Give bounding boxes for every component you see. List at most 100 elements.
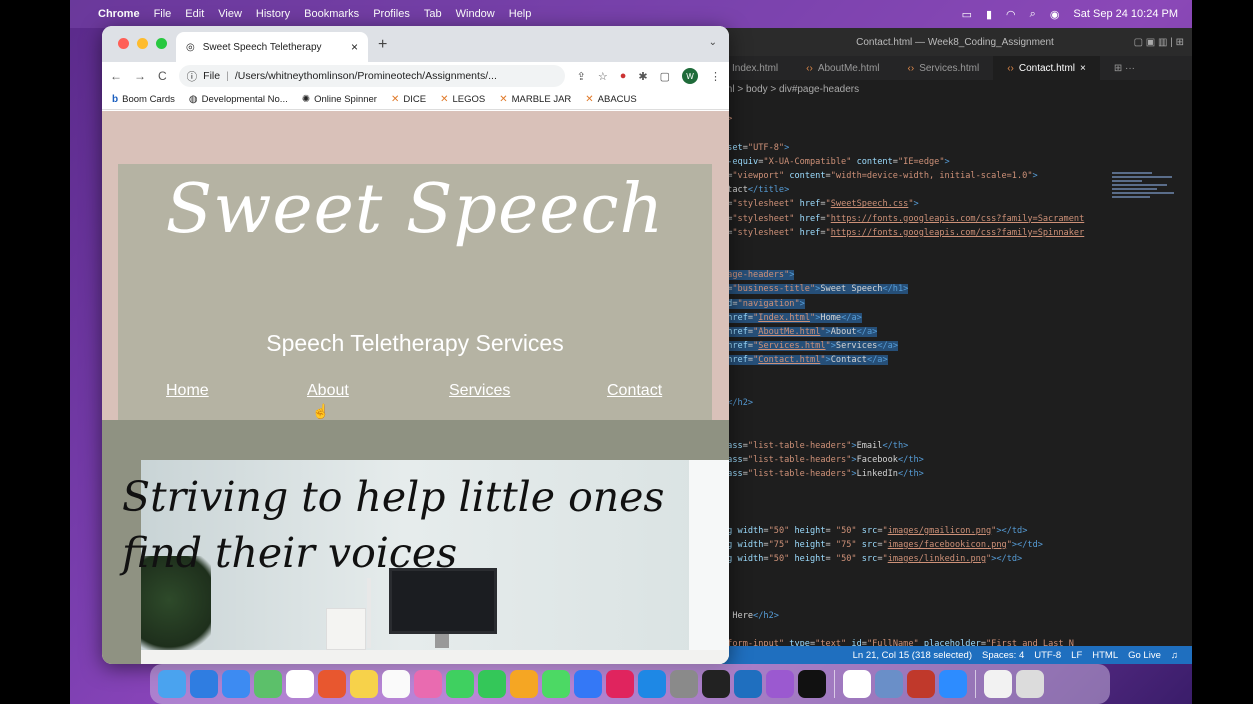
breadcrumb[interactable]: ml > body > div#page-headers	[718, 80, 1192, 98]
close-icon[interactable]: ×	[1080, 63, 1086, 74]
browser-tab[interactable]: ◎ Sweet Speech Teletherapy ×	[176, 32, 368, 62]
share-icon[interactable]: ⇪	[577, 70, 586, 83]
bookmark-marble-jar[interactable]: ✕ MARBLE JAR	[499, 94, 571, 105]
tab-search-icon[interactable]: ⌄	[709, 37, 717, 48]
slack-icon[interactable]	[843, 670, 871, 698]
menu-app-name[interactable]: Chrome	[98, 8, 140, 20]
language-mode[interactable]: HTML	[1092, 650, 1118, 661]
menu-tab[interactable]: Tab	[424, 8, 442, 20]
document-icon[interactable]	[984, 670, 1012, 698]
system-settings-icon[interactable]	[670, 670, 698, 698]
dock-separator	[834, 670, 835, 698]
encoding[interactable]: UTF-8	[1034, 650, 1061, 661]
zoom-icon[interactable]	[939, 670, 967, 698]
photos-icon[interactable]	[414, 670, 442, 698]
finder-icon[interactable]	[158, 670, 186, 698]
nav-services-link[interactable]: Services	[449, 382, 510, 400]
bookmark-star-icon[interactable]: ☆	[598, 70, 608, 83]
battery-icon[interactable]: ▮	[986, 8, 992, 21]
tab-aboutme[interactable]: ‹› AboutMe.html	[792, 56, 893, 80]
bookmark-developmental[interactable]: ◍ Developmental No...	[189, 94, 288, 105]
menu-history[interactable]: History	[256, 8, 290, 20]
bookmark-dice[interactable]: ✕ DICE	[391, 94, 426, 105]
calendar-icon[interactable]	[286, 670, 314, 698]
safari-icon[interactable]	[190, 670, 218, 698]
split-editor-icon[interactable]: ⊞ ···	[1100, 56, 1149, 80]
apple-tv-icon[interactable]	[798, 670, 826, 698]
bookmark-label: Online Spinner	[314, 94, 377, 105]
bookmark-abacus[interactable]: ✕ ABACUS	[585, 94, 636, 105]
minimize-window-button[interactable]	[137, 38, 148, 49]
podcasts-icon[interactable]	[766, 670, 794, 698]
search-icon[interactable]: ⌕	[1030, 8, 1036, 21]
tab-index[interactable]: Index.html	[718, 56, 792, 80]
numbers-icon[interactable]	[542, 670, 570, 698]
reminders-icon[interactable]	[382, 670, 410, 698]
pages-icon[interactable]	[510, 670, 538, 698]
app-store-icon[interactable]	[638, 670, 666, 698]
indentation[interactable]: Spaces: 4	[982, 650, 1024, 661]
more-menu-icon[interactable]: ⋮	[710, 70, 721, 83]
reload-icon[interactable]: C	[158, 69, 167, 83]
control-center-icon[interactable]: ◉	[1050, 8, 1060, 21]
keynote-icon[interactable]	[574, 670, 602, 698]
menu-profiles[interactable]: Profiles	[373, 8, 410, 20]
nav-about-link[interactable]: About	[307, 382, 349, 400]
menu-view[interactable]: View	[218, 8, 242, 20]
mail-icon[interactable]	[222, 670, 250, 698]
hand-cursor-icon: ☝	[312, 403, 330, 419]
trash-icon[interactable]	[1016, 670, 1044, 698]
close-window-button[interactable]	[118, 38, 129, 49]
address-bar[interactable]: ⓘ File | /Users/whitneythomlinson/Promin…	[178, 65, 565, 87]
lamp-graphic	[367, 578, 371, 648]
menu-bookmarks[interactable]: Bookmarks	[304, 8, 359, 20]
monitor-stand-graphic	[435, 634, 449, 648]
new-tab-button[interactable]: +	[378, 36, 387, 54]
minimap[interactable]	[1112, 170, 1180, 240]
line-ending[interactable]: LF	[1071, 650, 1082, 661]
terminal-icon[interactable]	[702, 670, 730, 698]
menu-edit[interactable]: Edit	[185, 8, 204, 20]
menu-help[interactable]: Help	[509, 8, 532, 20]
close-tab-icon[interactable]: ×	[351, 40, 358, 54]
nav-home-link[interactable]: Home	[166, 382, 209, 400]
menu-window[interactable]: Window	[456, 8, 495, 20]
bell-icon[interactable]: ♫	[1171, 650, 1178, 661]
back-icon[interactable]: ←	[110, 69, 122, 83]
bookmark-legos[interactable]: ✕ LEGOS	[440, 94, 485, 105]
bookmark-site-icon: ✕	[390, 94, 400, 105]
info-icon[interactable]: ⓘ	[187, 69, 198, 84]
preview-icon[interactable]	[875, 670, 903, 698]
spinner-icon: ✺	[301, 94, 311, 105]
avatar[interactable]: W	[682, 68, 698, 84]
chrome-icon[interactable]	[318, 670, 346, 698]
wifi-icon[interactable]: ◠	[1006, 8, 1016, 21]
puzzle-icon[interactable]: ✱	[638, 70, 647, 83]
bookmark-boom-cards[interactable]: b Boom Cards	[112, 94, 175, 105]
nav-contact-link[interactable]: Contact	[607, 382, 662, 400]
go-live-button[interactable]: Go Live	[1128, 650, 1161, 661]
html-icon: ‹›	[1007, 62, 1014, 74]
menu-datetime[interactable]: Sat Sep 24 10:24 PM	[1073, 8, 1178, 20]
books-icon[interactable]	[907, 670, 935, 698]
zoom-window-button[interactable]	[156, 38, 167, 49]
messages-icon[interactable]	[446, 670, 474, 698]
vscode-icon[interactable]	[734, 670, 762, 698]
news-icon[interactable]	[606, 670, 634, 698]
facetime-icon[interactable]	[478, 670, 506, 698]
layout-icons[interactable]: ▢ ▣ ▥ | ⊞	[1134, 37, 1184, 48]
maps-icon[interactable]	[254, 670, 282, 698]
extension-icon[interactable]: ●	[620, 70, 627, 82]
cursor-position[interactable]: Ln 21, Col 15 (318 selected)	[853, 650, 972, 661]
tab-contact[interactable]: ‹› Contact.html ×	[993, 56, 1100, 80]
dock-separator	[975, 670, 976, 698]
bookmark-online-spinner[interactable]: ✺ Online Spinner	[302, 94, 377, 105]
screen-mirror-icon[interactable]: ▭	[962, 8, 972, 21]
menu-file[interactable]: File	[154, 8, 172, 20]
html-icon: ‹›	[907, 62, 915, 74]
notes-icon[interactable]	[350, 670, 378, 698]
sidepanel-icon[interactable]: ▢	[660, 70, 670, 83]
tab-services[interactable]: ‹› Services.html	[894, 56, 994, 80]
code-editor[interactable]: > "> rset="UTF-8"> p-equiv="X-UA-Compati…	[718, 98, 1192, 646]
forward-icon[interactable]: →	[134, 69, 146, 83]
